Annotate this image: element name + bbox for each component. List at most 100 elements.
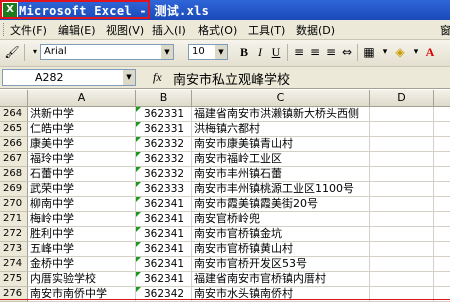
cell-school-name[interactable]: 五峰中学 bbox=[28, 242, 136, 257]
column-header-b[interactable]: B bbox=[136, 90, 192, 107]
cell-empty-e[interactable] bbox=[434, 122, 450, 137]
cell-postal-code[interactable]: 362341 bbox=[136, 272, 192, 287]
cell-empty-d[interactable] bbox=[370, 137, 434, 152]
cell-postal-code[interactable]: 362341 bbox=[136, 257, 192, 272]
row-header[interactable]: 269 bbox=[0, 182, 28, 197]
menu-data[interactable]: 数据(D) bbox=[296, 22, 335, 38]
cell-empty-d[interactable] bbox=[370, 167, 434, 182]
cell-postal-code[interactable]: 362332 bbox=[136, 152, 192, 167]
cell-empty-d[interactable] bbox=[370, 242, 434, 257]
chevron-down-icon[interactable]: ▾ bbox=[377, 44, 393, 60]
menu-format[interactable]: 格式(O) bbox=[198, 22, 237, 38]
cell-school-name[interactable]: 洪新中学 bbox=[28, 107, 136, 122]
cell-postal-code[interactable]: 362341 bbox=[136, 227, 192, 242]
italic-button[interactable]: I bbox=[252, 44, 268, 60]
fill-color-icon[interactable]: ◈ bbox=[392, 44, 408, 60]
cell-address[interactable]: 南安市官桥镇金坑 bbox=[192, 227, 370, 242]
cell-empty-d[interactable] bbox=[370, 227, 434, 242]
row-header[interactable]: 275 bbox=[0, 272, 28, 287]
chevron-down-icon[interactable]: ▼ bbox=[161, 45, 173, 59]
align-center-icon[interactable]: ≡ bbox=[307, 44, 323, 60]
cell-address[interactable]: 南安市康美镇青山村 bbox=[192, 137, 370, 152]
cell-address[interactable]: 南安市丰州镇桃源工业区1100号 bbox=[192, 182, 370, 197]
menu-insert[interactable]: 插入(I) bbox=[152, 22, 186, 38]
cell-address[interactable]: 南安市官桥镇黄山村 bbox=[192, 242, 370, 257]
cell-empty-e[interactable] bbox=[434, 257, 450, 272]
fx-icon[interactable]: fx bbox=[153, 70, 162, 85]
cell-postal-code[interactable]: 362331 bbox=[136, 107, 192, 122]
cell-postal-code[interactable]: 362341 bbox=[136, 242, 192, 257]
cell-empty-e[interactable] bbox=[434, 197, 450, 212]
row-header[interactable]: 268 bbox=[0, 167, 28, 182]
cell-school-name[interactable]: 内厝实验学校 bbox=[28, 272, 136, 287]
cell-school-name[interactable]: 胜利中学 bbox=[28, 227, 136, 242]
menu-window[interactable]: 窗 bbox=[440, 22, 450, 38]
cell-empty-e[interactable] bbox=[434, 227, 450, 242]
column-header-e[interactable] bbox=[434, 90, 450, 107]
merge-center-icon[interactable]: ⇔ bbox=[339, 44, 355, 60]
cell-empty-e[interactable] bbox=[434, 242, 450, 257]
cell-postal-code[interactable]: 362341 bbox=[136, 212, 192, 227]
row-header[interactable]: 267 bbox=[0, 152, 28, 167]
cell-postal-code[interactable]: 362341 bbox=[136, 197, 192, 212]
menu-view[interactable]: 视图(V) bbox=[106, 22, 144, 38]
cell-empty-d[interactable] bbox=[370, 182, 434, 197]
row-header[interactable]: 265 bbox=[0, 122, 28, 137]
row-header[interactable]: 274 bbox=[0, 257, 28, 272]
chevron-down-icon[interactable]: ▼ bbox=[123, 70, 135, 85]
cell-school-name[interactable]: 梅岭中学 bbox=[28, 212, 136, 227]
cell-empty-e[interactable] bbox=[434, 137, 450, 152]
select-all-corner[interactable] bbox=[0, 90, 28, 107]
formula-input[interactable]: 南安市私立观峰学校 bbox=[173, 69, 290, 88]
paintbrush-icon[interactable]: 🖌 bbox=[4, 44, 20, 60]
align-right-icon[interactable]: ≡ bbox=[323, 44, 339, 60]
cell-school-name[interactable]: 康美中学 bbox=[28, 137, 136, 152]
cell-address[interactable]: 南安市福岭工业区 bbox=[192, 152, 370, 167]
row-header[interactable]: 264 bbox=[0, 107, 28, 122]
bold-button[interactable]: B bbox=[236, 44, 252, 60]
cell-postal-code[interactable]: 362332 bbox=[136, 167, 192, 182]
font-name-combo[interactable]: Arial ▼ bbox=[40, 44, 174, 60]
cell-empty-d[interactable] bbox=[370, 197, 434, 212]
cell-address[interactable]: 南安市霞美镇霞美街20号 bbox=[192, 197, 370, 212]
cell-school-name[interactable]: 仁皓中学 bbox=[28, 122, 136, 137]
font-size-combo[interactable]: 10 ▼ bbox=[188, 44, 228, 60]
cell-school-name[interactable]: 武荣中学 bbox=[28, 182, 136, 197]
cell-address[interactable]: 南安市丰州镇石蕾 bbox=[192, 167, 370, 182]
cell-empty-d[interactable] bbox=[370, 152, 434, 167]
cell-school-name[interactable]: 柳南中学 bbox=[28, 197, 136, 212]
cell-school-name[interactable]: 石蕾中学 bbox=[28, 167, 136, 182]
cell-empty-d[interactable] bbox=[370, 257, 434, 272]
cell-empty-e[interactable] bbox=[434, 272, 450, 287]
align-left-icon[interactable]: ≡ bbox=[291, 44, 307, 60]
menu-file[interactable]: 文件(F) bbox=[10, 22, 47, 38]
cell-address[interactable]: 南安市官桥开发区53号 bbox=[192, 257, 370, 272]
row-header[interactable]: 272 bbox=[0, 227, 28, 242]
cell-empty-d[interactable] bbox=[370, 107, 434, 122]
row-header[interactable]: 266 bbox=[0, 137, 28, 152]
cell-address[interactable]: 福建省南安市官桥镇内厝村 bbox=[192, 272, 370, 287]
cell-empty-e[interactable] bbox=[434, 107, 450, 122]
border-icon[interactable]: ▦ bbox=[361, 44, 377, 60]
column-header-a[interactable]: A bbox=[28, 90, 136, 107]
name-box[interactable]: A282 ▼ bbox=[2, 69, 136, 86]
menu-tools[interactable]: 工具(T) bbox=[248, 22, 285, 38]
cell-address[interactable]: 南安官桥岭兜 bbox=[192, 212, 370, 227]
cell-empty-e[interactable] bbox=[434, 182, 450, 197]
cell-postal-code[interactable]: 362331 bbox=[136, 122, 192, 137]
cell-postal-code[interactable]: 362332 bbox=[136, 137, 192, 152]
cell-empty-e[interactable] bbox=[434, 212, 450, 227]
row-header[interactable]: 270 bbox=[0, 197, 28, 212]
cell-empty-e[interactable] bbox=[434, 152, 450, 167]
underline-button[interactable]: U bbox=[268, 44, 284, 60]
column-header-d[interactable]: D bbox=[370, 90, 434, 107]
cell-school-name[interactable]: 福玲中学 bbox=[28, 152, 136, 167]
font-color-icon[interactable]: A bbox=[422, 44, 438, 60]
row-header[interactable]: 271 bbox=[0, 212, 28, 227]
cell-empty-d[interactable] bbox=[370, 122, 434, 137]
chevron-down-icon[interactable]: ▼ bbox=[215, 45, 227, 59]
cell-empty-d[interactable] bbox=[370, 272, 434, 287]
menu-edit[interactable]: 编辑(E) bbox=[58, 22, 96, 38]
column-header-c[interactable]: C bbox=[192, 90, 370, 107]
cell-postal-code[interactable]: 362333 bbox=[136, 182, 192, 197]
